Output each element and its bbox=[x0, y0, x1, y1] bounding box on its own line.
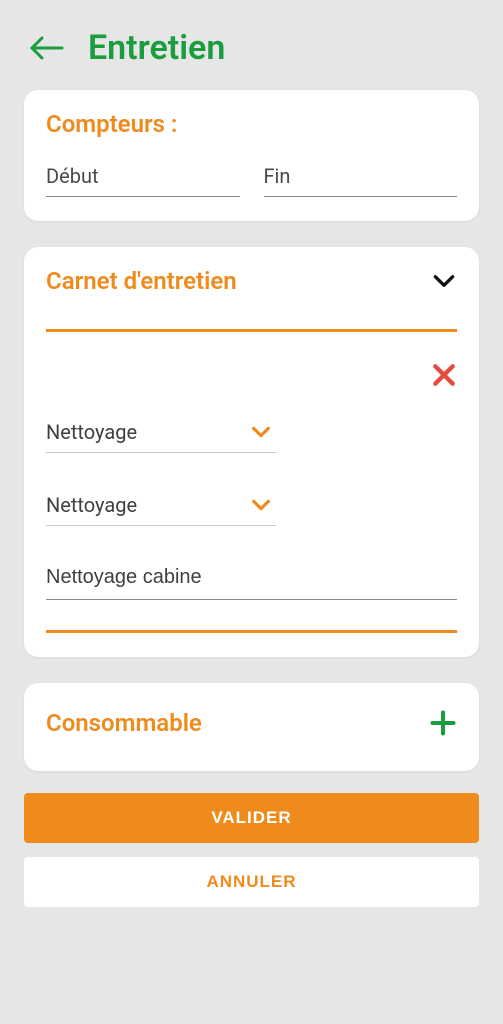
back-arrow-icon[interactable] bbox=[28, 36, 64, 60]
carnet-card: Carnet d'entretien Nettoyage bbox=[24, 247, 479, 657]
chevron-down-icon bbox=[250, 421, 272, 443]
consommable-title: Consommable bbox=[46, 709, 202, 737]
debut-label: Début bbox=[46, 164, 240, 196]
annuler-button[interactable]: ANNULER bbox=[24, 857, 479, 907]
plus-icon[interactable] bbox=[429, 709, 457, 737]
consommable-card: Consommable bbox=[24, 683, 479, 771]
select-value: Nettoyage bbox=[46, 493, 137, 517]
close-icon[interactable] bbox=[431, 362, 457, 388]
compteurs-card: Compteurs : Début Fin bbox=[24, 90, 479, 221]
carnet-title: Carnet d'entretien bbox=[46, 267, 237, 295]
chevron-down-icon[interactable] bbox=[431, 268, 457, 294]
divider-line bbox=[46, 329, 457, 332]
compteurs-title: Compteurs : bbox=[46, 110, 457, 138]
description-input[interactable] bbox=[46, 560, 457, 600]
select-value: Nettoyage bbox=[46, 420, 137, 444]
divider-line bbox=[46, 630, 457, 633]
select-nettoyage-2[interactable]: Nettoyage bbox=[46, 487, 276, 526]
fin-field[interactable]: Fin bbox=[264, 164, 458, 197]
page-title: Entretien bbox=[88, 28, 225, 68]
header: Entretien bbox=[24, 0, 479, 90]
select-nettoyage-1[interactable]: Nettoyage bbox=[46, 414, 276, 453]
valider-button[interactable]: VALIDER bbox=[24, 793, 479, 843]
debut-field[interactable]: Début bbox=[46, 164, 240, 197]
chevron-down-icon bbox=[250, 494, 272, 516]
fin-label: Fin bbox=[264, 164, 458, 196]
